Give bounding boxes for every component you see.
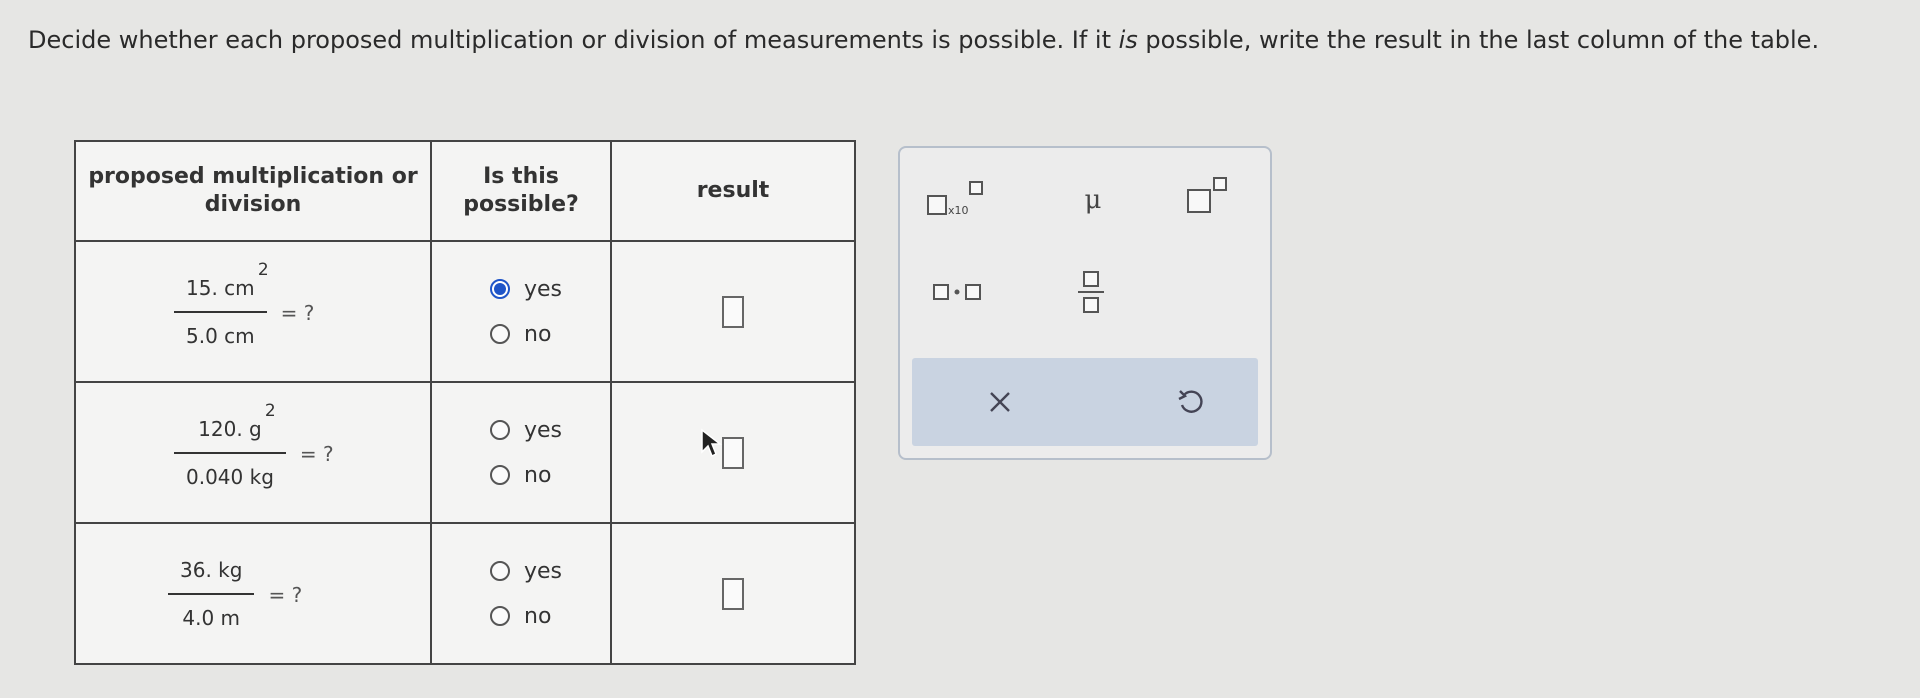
radio-yes-circle[interactable] [490, 279, 510, 299]
header-possible: Is this possible? [430, 140, 612, 242]
radio-no-label: no [524, 321, 552, 347]
result-cell [610, 381, 856, 524]
superscript-icon [1187, 177, 1227, 213]
instructions-text-1: Decide whether each proposed multiplicat… [28, 26, 1119, 54]
equals-question: = ? [280, 300, 315, 325]
equals-question: = ? [268, 582, 303, 607]
mu-button[interactable]: μ [1068, 178, 1118, 222]
radio-yes[interactable]: yes [490, 277, 610, 302]
exponent: 2 [257, 259, 269, 280]
clear-icon [990, 392, 1010, 412]
radio-yes[interactable]: yes [490, 418, 610, 443]
table-row: 15. cm 2 5.0 cm = ? yes no [74, 240, 856, 383]
scientific-notation-button[interactable]: x10 [924, 178, 994, 222]
radio-no-circle[interactable] [490, 606, 510, 626]
exponent: 2 [264, 400, 276, 421]
numerator: 120. g2 [186, 401, 276, 446]
multiply-dot-icon [933, 284, 981, 300]
result-cell [610, 522, 856, 665]
result-cell [610, 240, 856, 383]
fraction-expression: 15. cm 2 5.0 cm = ? [174, 260, 430, 353]
table-row: 120. g2 0.040 kg = ? yes no [74, 381, 856, 524]
fraction-bar [168, 592, 255, 595]
radio-yes-circle[interactable] [490, 420, 510, 440]
denominator: 0.040 kg [186, 464, 274, 489]
fraction-expression: 36. kg 4.0 m = ? [168, 553, 430, 635]
scientific-notation-icon: x10 [927, 181, 983, 217]
undo-icon [1178, 390, 1203, 413]
fraction-button[interactable] [1066, 262, 1116, 322]
radio-no-label: no [524, 462, 552, 488]
possible-cell: yes no [430, 381, 612, 524]
radio-yes-label: yes [524, 417, 563, 443]
radio-yes-circle[interactable] [490, 561, 510, 581]
equals-question: = ? [299, 441, 334, 466]
numerator: 15. cm 2 [174, 260, 269, 305]
result-input[interactable] [722, 577, 744, 610]
header-proposed: proposed multiplication or division [74, 140, 432, 242]
expression-cell: 36. kg 4.0 m = ? [74, 522, 432, 665]
radio-no-circle[interactable] [490, 324, 510, 344]
instructions: Decide whether each proposed multiplicat… [28, 24, 1888, 56]
fraction-expression: 120. g2 0.040 kg = ? [174, 401, 430, 494]
radio-no[interactable]: no [490, 322, 610, 347]
undo-button[interactable] [1166, 378, 1214, 426]
possible-cell: yes no [430, 522, 612, 665]
instructions-text-2: possible, write the result in the last c… [1137, 26, 1820, 54]
result-input[interactable] [722, 436, 744, 469]
palette-action-bar [912, 358, 1258, 446]
radio-yes[interactable]: yes [490, 559, 610, 584]
radio-no[interactable]: no [490, 463, 610, 488]
instructions-emphasis: is [1118, 26, 1138, 54]
fraction-icon [1078, 271, 1104, 313]
clear-button[interactable] [976, 378, 1024, 426]
radio-no-circle[interactable] [490, 465, 510, 485]
denominator: 5.0 cm [186, 323, 255, 348]
table-row: 36. kg 4.0 m = ? yes no [74, 522, 856, 665]
fraction-bar [174, 451, 286, 454]
result-input[interactable] [722, 295, 744, 328]
possible-cell: yes no [430, 240, 612, 383]
numerator: 36. kg [180, 557, 243, 582]
radio-no[interactable]: no [490, 604, 610, 629]
radio-no-label: no [524, 603, 552, 629]
denominator: 4.0 m [182, 605, 241, 630]
x10-label: x10 [948, 204, 969, 217]
expression-cell: 120. g2 0.040 kg = ? [74, 381, 432, 524]
header-result: result [610, 140, 856, 242]
radio-yes-label: yes [524, 276, 563, 302]
math-palette: x10 μ [898, 146, 1272, 460]
measurement-table: proposed multiplication or division Is t… [74, 140, 856, 665]
mouse-pointer-icon [701, 428, 723, 458]
expression-cell: 15. cm 2 5.0 cm = ? [74, 240, 432, 383]
radio-yes-label: yes [524, 558, 563, 584]
mu-icon: μ [1084, 185, 1102, 215]
multiply-dot-button[interactable] [926, 272, 988, 312]
superscript-button[interactable] [1180, 174, 1240, 222]
fraction-bar [174, 310, 267, 313]
